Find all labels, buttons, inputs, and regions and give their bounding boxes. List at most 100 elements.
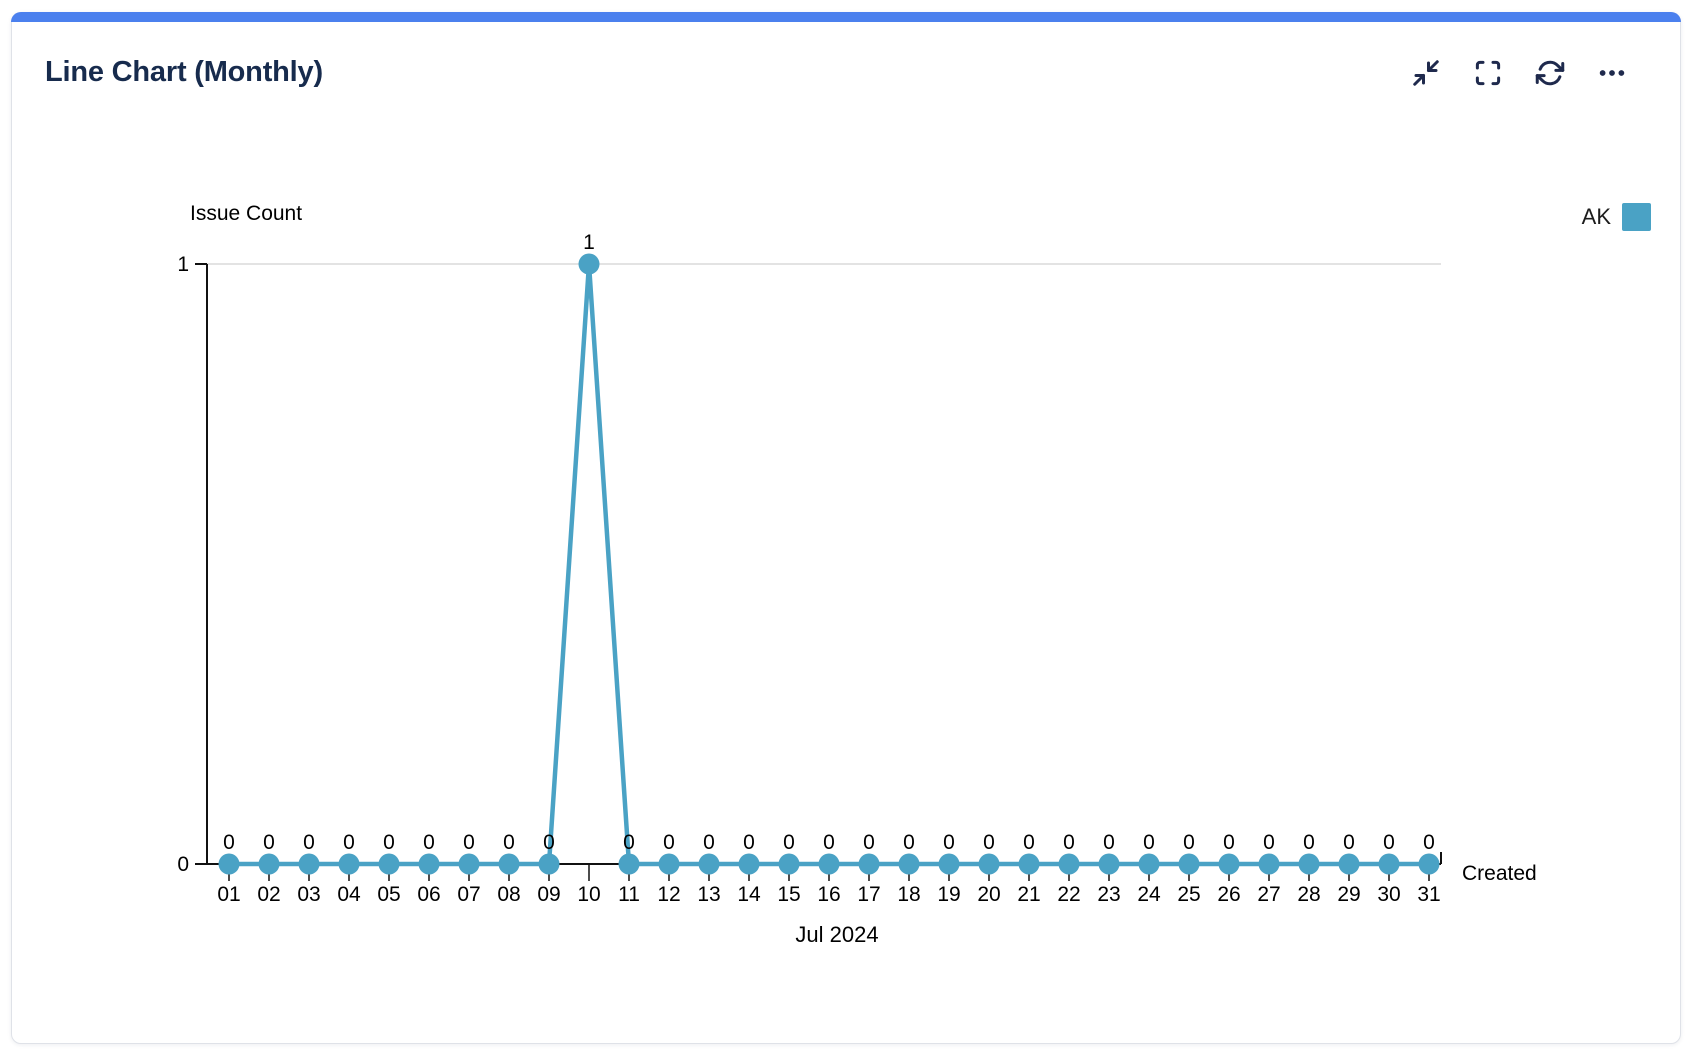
value-label: 0 bbox=[1383, 831, 1395, 854]
data-point-05[interactable] bbox=[379, 854, 400, 875]
value-label: 0 bbox=[1103, 831, 1115, 854]
x-tick-label: 24 bbox=[1137, 883, 1161, 906]
data-point-08[interactable] bbox=[499, 854, 520, 875]
x-tick-label: 09 bbox=[537, 883, 560, 906]
x-tick-label: 30 bbox=[1377, 883, 1400, 906]
value-label: 0 bbox=[1223, 831, 1235, 854]
value-label: 0 bbox=[663, 831, 675, 854]
value-label: 0 bbox=[943, 831, 955, 854]
x-tick-label: 16 bbox=[817, 883, 840, 906]
data-point-25[interactable] bbox=[1179, 854, 1200, 875]
value-label: 0 bbox=[863, 831, 875, 854]
data-point-29[interactable] bbox=[1339, 854, 1360, 875]
x-tick-label: 05 bbox=[377, 883, 400, 906]
x-tick-label: 28 bbox=[1297, 883, 1320, 906]
value-label: 0 bbox=[1063, 831, 1075, 854]
value-label: 0 bbox=[343, 831, 355, 854]
x-tick-label: 31 bbox=[1417, 883, 1440, 906]
value-label: 0 bbox=[423, 831, 435, 854]
x-tick-label: 15 bbox=[777, 883, 800, 906]
x-tick-label: 04 bbox=[337, 883, 361, 906]
value-label: 0 bbox=[783, 831, 795, 854]
x-tick-label: 02 bbox=[257, 883, 280, 906]
value-label: 0 bbox=[1423, 831, 1435, 854]
x-tick-label: 23 bbox=[1097, 883, 1120, 906]
data-point-19[interactable] bbox=[939, 854, 960, 875]
data-point-24[interactable] bbox=[1139, 854, 1160, 875]
x-axis-name: Created bbox=[1462, 862, 1537, 886]
value-label: 0 bbox=[263, 831, 275, 854]
x-tick-label: 21 bbox=[1017, 883, 1040, 906]
value-label: 0 bbox=[823, 831, 835, 854]
value-label: 0 bbox=[983, 831, 995, 854]
x-tick-label: 20 bbox=[977, 883, 1000, 906]
series-line-AK bbox=[229, 264, 1429, 864]
x-tick-label: 17 bbox=[857, 883, 880, 906]
value-label: 0 bbox=[903, 831, 915, 854]
value-label: 0 bbox=[1343, 831, 1355, 854]
value-label: 0 bbox=[743, 831, 755, 854]
data-point-11[interactable] bbox=[619, 854, 640, 875]
data-point-28[interactable] bbox=[1299, 854, 1320, 875]
x-tick-label: 13 bbox=[697, 883, 720, 906]
value-label: 0 bbox=[303, 831, 315, 854]
x-axis-group-label: Jul 2024 bbox=[220, 922, 1454, 948]
value-label: 0 bbox=[1183, 831, 1195, 854]
data-point-04[interactable] bbox=[339, 854, 360, 875]
data-point-02[interactable] bbox=[259, 854, 280, 875]
data-point-06[interactable] bbox=[419, 854, 440, 875]
chart-card: Line Chart (Monthly) bbox=[11, 12, 1681, 1044]
x-tick-label: 19 bbox=[937, 883, 960, 906]
x-tick-label: 06 bbox=[417, 883, 440, 906]
data-point-03[interactable] bbox=[299, 854, 320, 875]
data-point-26[interactable] bbox=[1219, 854, 1240, 875]
value-label: 0 bbox=[223, 831, 235, 854]
x-tick-label: 22 bbox=[1057, 883, 1080, 906]
value-label: 0 bbox=[1303, 831, 1315, 854]
data-point-01[interactable] bbox=[219, 854, 240, 875]
data-point-22[interactable] bbox=[1059, 854, 1080, 875]
data-point-31[interactable] bbox=[1419, 854, 1440, 875]
data-point-10[interactable] bbox=[579, 254, 600, 275]
value-label: 0 bbox=[543, 831, 555, 854]
y-tick-label: 1 bbox=[177, 253, 189, 276]
value-label: 1 bbox=[583, 231, 595, 254]
data-point-20[interactable] bbox=[979, 854, 1000, 875]
x-tick-label: 14 bbox=[737, 883, 761, 906]
x-tick-label: 03 bbox=[297, 883, 320, 906]
x-tick-label: 26 bbox=[1217, 883, 1240, 906]
data-point-18[interactable] bbox=[899, 854, 920, 875]
data-point-21[interactable] bbox=[1019, 854, 1040, 875]
data-point-13[interactable] bbox=[699, 854, 720, 875]
data-point-12[interactable] bbox=[659, 854, 680, 875]
data-point-27[interactable] bbox=[1259, 854, 1280, 875]
value-label: 0 bbox=[503, 831, 515, 854]
line-chart-plot: 1001020304050607080910111213141516171819… bbox=[12, 13, 1682, 1045]
x-tick-label: 29 bbox=[1337, 883, 1360, 906]
x-tick-label: 10 bbox=[577, 883, 600, 906]
x-tick-label: 08 bbox=[497, 883, 520, 906]
x-tick-label: 11 bbox=[618, 883, 640, 906]
data-point-15[interactable] bbox=[779, 854, 800, 875]
x-tick-label: 01 bbox=[217, 883, 240, 906]
data-point-16[interactable] bbox=[819, 854, 840, 875]
value-label: 0 bbox=[463, 831, 475, 854]
x-tick-label: 25 bbox=[1177, 883, 1200, 906]
x-tick-label: 12 bbox=[657, 883, 680, 906]
value-label: 0 bbox=[383, 831, 395, 854]
value-label: 0 bbox=[1263, 831, 1275, 854]
data-point-17[interactable] bbox=[859, 854, 880, 875]
x-tick-label: 27 bbox=[1257, 883, 1280, 906]
value-label: 0 bbox=[1143, 831, 1155, 854]
x-tick-label: 07 bbox=[457, 883, 480, 906]
y-tick-label: 0 bbox=[177, 853, 189, 876]
data-point-23[interactable] bbox=[1099, 854, 1120, 875]
value-label: 0 bbox=[703, 831, 715, 854]
data-point-07[interactable] bbox=[459, 854, 480, 875]
value-label: 0 bbox=[623, 831, 635, 854]
data-point-30[interactable] bbox=[1379, 854, 1400, 875]
data-point-09[interactable] bbox=[539, 854, 560, 875]
value-label: 0 bbox=[1023, 831, 1035, 854]
x-tick-label: 18 bbox=[897, 883, 920, 906]
data-point-14[interactable] bbox=[739, 854, 760, 875]
